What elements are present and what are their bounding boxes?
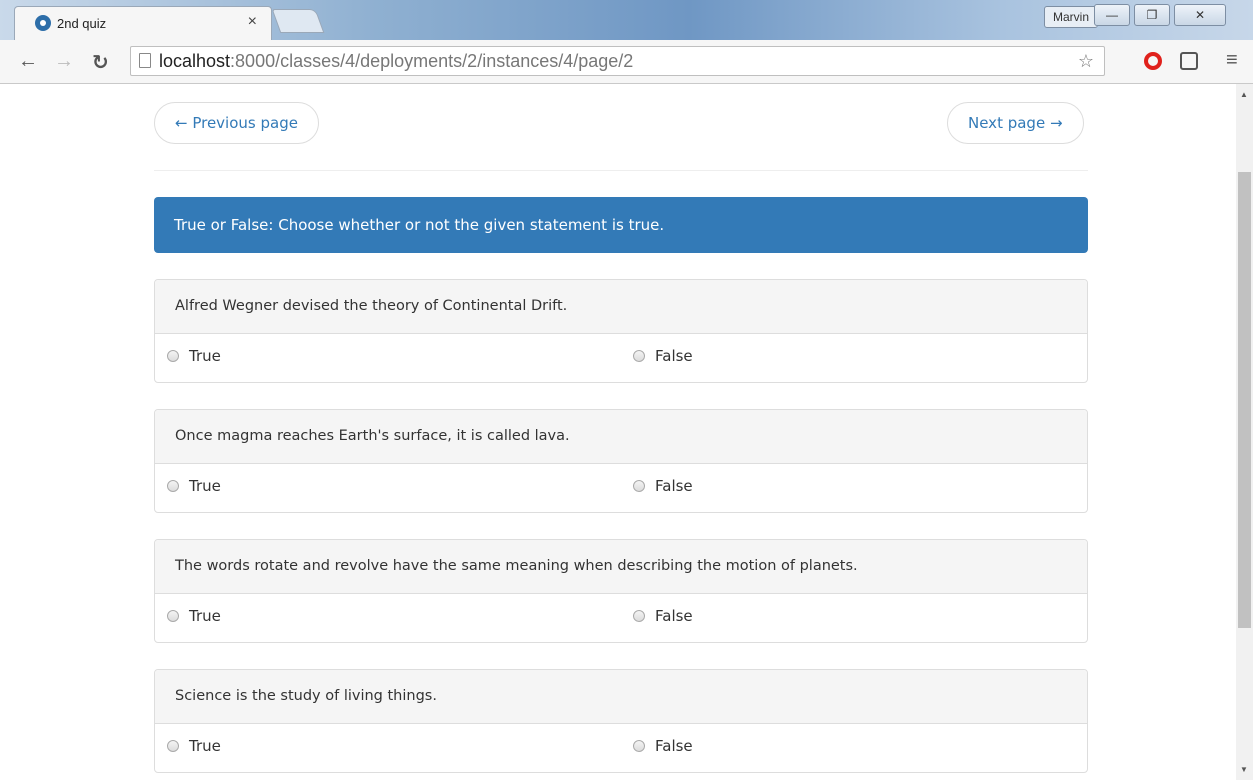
option-label: False (655, 477, 693, 495)
reload-icon[interactable]: ↻ (92, 50, 109, 75)
false-option[interactable]: False (633, 737, 693, 755)
radio-button[interactable] (633, 480, 645, 492)
browser-toolbar: ← → ↻ localhost:8000/classes/4/deploymen… (0, 40, 1253, 84)
question-text: Alfred Wegner devised the theory of Cont… (155, 280, 1087, 334)
radio-button[interactable] (167, 610, 179, 622)
true-option[interactable]: True (167, 607, 221, 625)
option-label: True (189, 607, 221, 625)
minimize-button[interactable]: — (1094, 4, 1130, 26)
forward-arrow-icon[interactable]: → (54, 50, 74, 73)
question-card: Alfred Wegner devised the theory of Cont… (154, 279, 1088, 383)
option-label: True (189, 477, 221, 495)
tab-close-icon[interactable]: × (248, 13, 257, 31)
false-option[interactable]: False (633, 607, 693, 625)
question-text: Once magma reaches Earth's surface, it i… (155, 410, 1087, 464)
page-content: ← Previous page Next page → True or Fals… (0, 84, 1236, 780)
radio-button[interactable] (633, 350, 645, 362)
scrollbar-thumb[interactable] (1238, 172, 1251, 628)
question-card: The words rotate and revolve have the sa… (154, 539, 1088, 643)
false-option[interactable]: False (633, 477, 693, 495)
true-option[interactable]: True (167, 737, 221, 755)
back-arrow-icon[interactable]: ← (18, 50, 38, 73)
radio-button[interactable] (633, 740, 645, 752)
option-label: False (655, 607, 693, 625)
radio-button[interactable] (167, 350, 179, 362)
next-page-button[interactable]: Next page → (947, 102, 1084, 144)
scroll-up-arrow-icon[interactable]: ▲ (1240, 90, 1248, 99)
question-card: Once magma reaches Earth's surface, it i… (154, 409, 1088, 513)
question-text: The words rotate and revolve have the sa… (155, 540, 1087, 594)
option-label: False (655, 737, 693, 755)
shield-extension-icon[interactable] (1180, 52, 1198, 70)
site-logo-icon (35, 15, 51, 31)
true-option[interactable]: True (167, 477, 221, 495)
page-icon (139, 53, 151, 68)
tab-title: 2nd quiz (57, 16, 107, 31)
scroll-down-arrow-icon[interactable]: ▼ (1240, 765, 1248, 774)
url-text: localhost:8000/classes/4/deployments/2/i… (159, 51, 633, 72)
radio-button[interactable] (167, 480, 179, 492)
url-host: localhost (159, 51, 231, 71)
divider (154, 170, 1088, 171)
instructions-banner: True or False: Choose whether or not the… (154, 197, 1088, 253)
new-tab-button[interactable] (271, 9, 325, 33)
radio-button[interactable] (633, 610, 645, 622)
bookmark-star-icon[interactable]: ☆ (1078, 51, 1094, 72)
menu-icon[interactable]: ≡ (1226, 49, 1238, 72)
question-card: Science is the study of living things. T… (154, 669, 1088, 773)
false-option[interactable]: False (633, 347, 693, 365)
address-bar[interactable]: localhost:8000/classes/4/deployments/2/i… (130, 46, 1105, 76)
restore-button[interactable]: ❐ (1134, 4, 1170, 26)
profile-button[interactable]: Marvin (1044, 6, 1099, 28)
true-option[interactable]: True (167, 347, 221, 365)
browser-tab[interactable]: 2nd quiz × (14, 6, 272, 40)
close-window-button[interactable]: ✕ (1174, 4, 1226, 26)
previous-page-button[interactable]: ← Previous page (154, 102, 319, 144)
option-label: True (189, 347, 221, 365)
url-path: :8000/classes/4/deployments/2/instances/… (230, 51, 634, 71)
option-label: False (655, 347, 693, 365)
vertical-scrollbar[interactable]: ▲ ▼ (1236, 84, 1253, 780)
option-label: True (189, 737, 221, 755)
opera-extension-icon[interactable] (1144, 52, 1162, 70)
question-text: Science is the study of living things. (155, 670, 1087, 724)
title-bar: 2nd quiz × Marvin — ❐ ✕ (0, 0, 1253, 40)
radio-button[interactable] (167, 740, 179, 752)
